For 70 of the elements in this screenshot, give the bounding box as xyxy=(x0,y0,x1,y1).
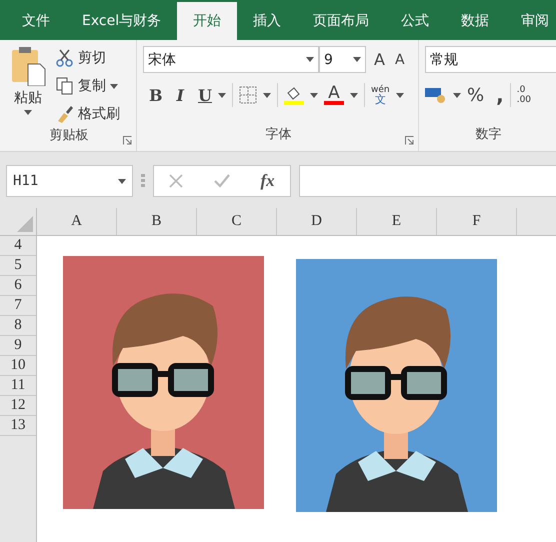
phonetic-button[interactable]: wén xyxy=(370,85,390,95)
column-header[interactable]: D xyxy=(277,208,357,235)
column-header[interactable]: F xyxy=(437,208,517,235)
currency-icon[interactable] xyxy=(425,86,447,104)
caret-icon[interactable] xyxy=(306,57,314,62)
insert-function-button[interactable]: fx xyxy=(260,171,275,191)
row-header[interactable]: 4 xyxy=(0,236,36,256)
cut-button[interactable]: 剪切 xyxy=(56,46,120,70)
copy-icon xyxy=(56,77,74,95)
caret-icon[interactable] xyxy=(353,57,361,62)
borders-icon[interactable] xyxy=(238,86,257,104)
column-header[interactable]: C xyxy=(197,208,277,235)
ribbon-tab[interactable]: 审阅 xyxy=(505,2,556,40)
grip-icon xyxy=(141,174,145,188)
caret-icon[interactable] xyxy=(350,92,358,98)
caret-icon[interactable] xyxy=(110,84,118,88)
clipboard-icon[interactable] xyxy=(10,46,46,86)
fill-color-icon[interactable] xyxy=(284,85,304,105)
underline-button[interactable]: U xyxy=(198,86,212,104)
column-header[interactable]: A xyxy=(37,208,117,235)
row-header[interactable]: 10 xyxy=(0,356,36,376)
paste-button[interactable]: 粘贴 xyxy=(14,86,42,110)
format-painter-button[interactable]: 格式刷 xyxy=(56,102,120,126)
column-header[interactable]: E xyxy=(357,208,437,235)
number-format-field[interactable]: 常规 xyxy=(425,46,556,73)
row-header[interactable]: 13 xyxy=(0,416,36,436)
comma-button[interactable]: , xyxy=(496,83,504,107)
row-header[interactable]: 12 xyxy=(0,396,36,416)
ribbon-tab[interactable]: Excel与财务 xyxy=(66,2,178,40)
column-header[interactable]: B xyxy=(117,208,197,235)
italic-button[interactable]: I xyxy=(176,86,184,104)
row-header[interactable]: 6 xyxy=(0,276,36,296)
caret-icon[interactable] xyxy=(118,178,126,184)
paintbrush-icon xyxy=(56,105,74,123)
row-header[interactable]: 5 xyxy=(0,256,36,276)
copy-button[interactable]: 复制 xyxy=(56,74,120,98)
bold-button[interactable]: B xyxy=(149,86,163,104)
ribbon-tab[interactable]: 插入 xyxy=(237,2,298,40)
ribbon-tab[interactable]: 开始 xyxy=(177,2,238,40)
row-header[interactable]: 8 xyxy=(0,316,36,336)
caret-icon[interactable] xyxy=(262,92,271,98)
scissors-icon xyxy=(56,49,74,67)
group-label: 剪贴板 xyxy=(48,127,90,145)
name-box[interactable]: H11 xyxy=(6,165,133,197)
checkmark-icon[interactable] xyxy=(214,174,230,188)
ribbon-tab[interactable]: 公式 xyxy=(385,2,446,40)
font-color-button[interactable]: A xyxy=(328,85,340,101)
formula-input-field[interactable] xyxy=(299,165,556,197)
ribbon-tab[interactable]: 数据 xyxy=(445,2,506,40)
row-header[interactable]: 7 xyxy=(0,296,36,316)
increase-font-size-button[interactable]: A xyxy=(374,50,385,69)
caret-icon[interactable] xyxy=(24,110,32,115)
group-label: 数字 xyxy=(474,126,502,144)
caret-icon[interactable] xyxy=(310,92,318,98)
caret-icon[interactable] xyxy=(453,92,461,98)
row-header[interactable]: 11 xyxy=(0,376,36,396)
percent-button[interactable]: % xyxy=(467,84,484,106)
font-size-field[interactable]: 9 xyxy=(319,46,366,73)
font-name-field[interactable]: 宋体 xyxy=(143,46,319,73)
dialog-launcher-icon[interactable] xyxy=(123,136,132,145)
decrease-font-size-button[interactable]: A xyxy=(394,52,405,68)
group-label: 字体 xyxy=(264,126,292,144)
caret-icon[interactable] xyxy=(218,92,226,98)
row-header[interactable]: 9 xyxy=(0,336,36,356)
caret-icon[interactable] xyxy=(396,92,404,98)
ribbon-tab[interactable]: 文件 xyxy=(6,2,66,40)
increase-decimal-button[interactable]: .0 .00 xyxy=(516,85,532,105)
dialog-launcher-icon[interactable] xyxy=(405,136,414,145)
phonetic-character: 文 xyxy=(374,95,386,105)
ribbon-tab[interactable]: 页面布局 xyxy=(297,2,386,40)
